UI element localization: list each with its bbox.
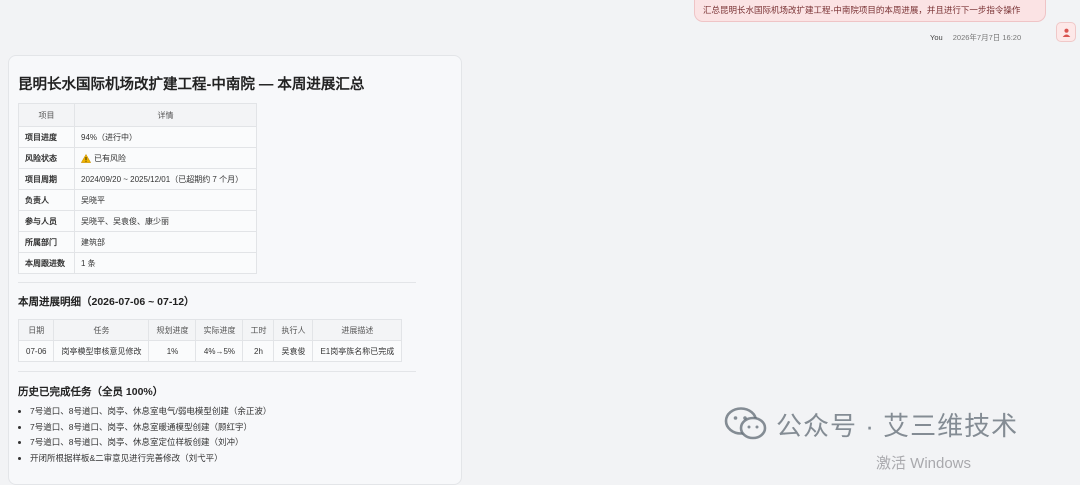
- week-section-title: 本周进展明细（2026-07-06 ~ 07-12）: [18, 296, 195, 308]
- table-header-cell: 规划进度: [148, 319, 197, 341]
- user-message-bubble: 汇总昆明长水国际机场改扩建工程-中南院项目的本周进展，并且进行下一步指令操作: [694, 0, 1046, 22]
- week-progress-table: 日期 任务 规划进度 实际进度 工时 执行人 进展描述 07-06 岗亭模型审核…: [17, 319, 403, 362]
- table-header-cell: 工时: [242, 319, 275, 341]
- table-cell: 吴袁俊: [273, 340, 314, 362]
- watermark-text: 公众号 · 艾三维技术: [776, 410, 1019, 441]
- info-value: 94%（进行中）: [74, 126, 257, 148]
- info-value: 吴晓平、吴袁俊、康少丽: [74, 210, 257, 232]
- table-row: 所属部门 建筑部: [18, 231, 257, 253]
- info-key: 负责人: [18, 189, 75, 211]
- list-item: 开闭所根据样板&二审意见进行完善修改（刘弋平）: [30, 451, 271, 467]
- table-row: 项目周期 2024/09/20 ~ 2025/12/01（已超期约 7 个月）: [18, 168, 257, 190]
- divider: [18, 371, 416, 372]
- info-value: 吴晓平: [74, 189, 257, 211]
- message-timestamp: 2026年7月7日 16:20: [952, 33, 1022, 42]
- table-cell: 1%: [148, 340, 197, 362]
- history-section-title: 历史已完成任务（全员 100%）: [18, 386, 164, 398]
- list-item: 7号道口、8号道口、岗亭、休息室定位样板创建（刘冲）: [30, 435, 271, 451]
- table-header-cell: 执行人: [273, 319, 314, 341]
- user-message-meta: You 2026年7月7日 16:20: [930, 32, 1021, 43]
- table-header-cell: 详情: [74, 103, 257, 127]
- sender-name: You: [930, 33, 943, 42]
- activate-windows-text: 激活 Windows: [876, 455, 972, 472]
- user-icon: [1062, 28, 1071, 37]
- list-item: 7号道口、8号道口、岗亭、休息室暖通模型创建（顾红宇）: [30, 420, 271, 436]
- table-header-cell: 实际进度: [195, 319, 244, 341]
- table-cell: E1岗亭族名称已完成: [312, 340, 403, 362]
- table-header-row: 日期 任务 规划进度 实际进度 工时 执行人 进展描述: [17, 319, 403, 341]
- info-key: 项目进度: [18, 126, 75, 148]
- table-row: 风险状态 已有风险: [18, 147, 257, 169]
- table-row: 07-06 岗亭模型审核意见修改 1% 4%→5% 2h 吴袁俊 E1岗亭族名称…: [17, 340, 403, 362]
- list-item: 7号道口、8号道口、岗亭、休息室电气/弱电模型创建（余正波）: [30, 404, 271, 420]
- table-header-cell: 日期: [17, 319, 55, 341]
- table-row: 参与人员 吴晓平、吴袁俊、康少丽: [18, 210, 257, 232]
- info-value: 2024/09/20 ~ 2025/12/01（已超期约 7 个月）: [74, 168, 257, 190]
- divider: [18, 282, 416, 283]
- wechat-icon: [724, 407, 767, 440]
- table-cell: 2h: [242, 340, 275, 362]
- info-key: 风险状态: [18, 147, 75, 169]
- table-header-cell: 任务: [53, 319, 150, 341]
- info-value-cell: 已有风险: [74, 147, 257, 169]
- table-header-row: 项目 详情: [18, 103, 257, 127]
- info-key: 参与人员: [18, 210, 75, 232]
- user-message-text: 汇总昆明长水国际机场改扩建工程-中南院项目的本周进展，并且进行下一步指令操作: [703, 5, 1021, 15]
- table-cell: 07-06: [17, 340, 55, 362]
- table-header-cell: 项目: [18, 103, 75, 127]
- info-key: 项目周期: [18, 168, 75, 190]
- table-header-cell: 进展描述: [312, 319, 403, 341]
- user-avatar[interactable]: [1056, 22, 1076, 42]
- info-value: 已有风险: [94, 153, 126, 163]
- info-value: 建筑部: [74, 231, 257, 253]
- report-title: 昆明长水国际机场改扩建工程-中南院 — 本周进展汇总: [18, 77, 365, 93]
- info-key: 所属部门: [18, 231, 75, 253]
- info-key: 本周跟进数: [18, 252, 75, 274]
- table-row: 本周跟进数 1 条: [18, 252, 257, 274]
- watermark: 公众号 · 艾三维技术: [724, 404, 1018, 444]
- table-row: 项目进度 94%（进行中）: [18, 126, 257, 148]
- table-cell: 岗亭模型审核意见修改: [53, 340, 150, 362]
- history-list: 7号道口、8号道口、岗亭、休息室电气/弱电模型创建（余正波） 7号道口、8号道口…: [18, 404, 271, 466]
- warning-icon: [81, 153, 91, 163]
- table-row: 负责人 吴晓平: [18, 189, 257, 211]
- info-value: 1 条: [74, 252, 257, 274]
- project-info-table: 项目 详情 项目进度 94%（进行中） 风险状态 已有风险 项目周期 2024/…: [18, 103, 257, 274]
- table-cell: 4%→5%: [195, 340, 244, 362]
